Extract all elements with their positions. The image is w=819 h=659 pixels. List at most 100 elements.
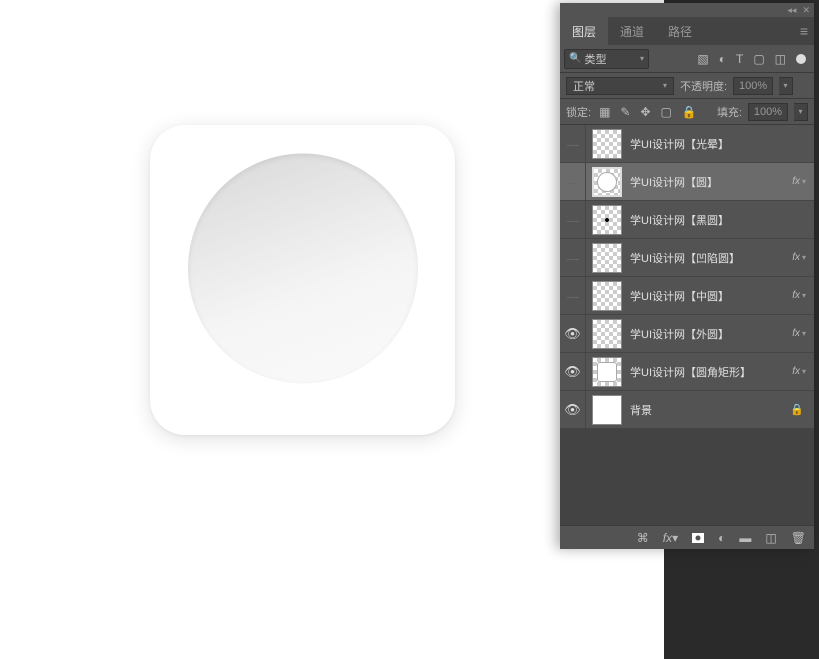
layer-row[interactable]: 学UI设计网【光晕】 [560, 125, 814, 163]
layer-row[interactable]: 👁 背景🔒 [560, 391, 814, 429]
eye-icon: 👁 [564, 364, 581, 380]
close-icon[interactable]: ✕ [802, 5, 810, 16]
artwork-circle [188, 154, 418, 384]
layer-row[interactable]: 学UI设计网【圆】fx▾ [560, 163, 814, 201]
kind-label: 类型 [584, 51, 638, 67]
layer-row[interactable]: 学UI设计网【凹陷圆】fx▾ [560, 239, 814, 277]
layers-empty-area[interactable] [560, 429, 814, 525]
hidden-indicator [567, 256, 579, 260]
layer-name-label[interactable]: 学UI设计网【黑圆】 [630, 212, 810, 228]
link-layers-icon[interactable]: ⌘ [637, 531, 649, 545]
layer-name-label[interactable]: 学UI设计网【光晕】 [630, 136, 810, 152]
lock-pixels-icon[interactable]: ✎ [620, 105, 630, 119]
blend-mode-select[interactable]: 正常 ▾ [566, 77, 674, 95]
visibility-toggle[interactable] [560, 163, 586, 200]
layer-thumbnail[interactable] [592, 129, 622, 159]
layer-name-label[interactable]: 学UI设计网【圆角矩形】 [630, 364, 792, 380]
panel-bottom-bar: ⌘ fx▾ ◐ ▬ ◫ 🗑 [560, 525, 814, 549]
lock-label: 锁定: [566, 104, 591, 120]
visibility-toggle[interactable] [560, 125, 586, 162]
chevron-down-icon[interactable]: ▾ [802, 367, 806, 376]
filter-shape-icon[interactable]: ▢ [753, 52, 764, 66]
layer-name-label[interactable]: 学UI设计网【圆】 [630, 174, 792, 190]
chevron-down-icon[interactable]: ▾ [802, 253, 806, 262]
layer-thumbnail[interactable] [592, 243, 622, 273]
filter-smartobject-icon[interactable]: ◫ [775, 52, 786, 66]
eye-icon: 👁 [564, 326, 581, 342]
tab-paths[interactable]: 路径 [656, 17, 704, 45]
chevron-down-icon: ▾ [663, 81, 667, 90]
canvas-area[interactable] [0, 0, 560, 659]
fx-badge[interactable]: fx [792, 252, 800, 263]
layer-row[interactable]: 👁 学UI设计网【圆角矩形】fx▾ [560, 353, 814, 391]
kind-select[interactable]: 🔍 类型 ▾ [564, 49, 649, 69]
hidden-indicator [567, 294, 579, 298]
opacity-label: 不透明度: [680, 78, 727, 94]
adjustment-layer-icon[interactable]: ◐ [718, 531, 725, 545]
filter-toggle-switch[interactable] [796, 54, 806, 64]
search-icon: 🔍 [569, 53, 581, 64]
fill-input[interactable]: 100% [748, 103, 788, 121]
chevron-down-icon[interactable]: ▾ [802, 177, 806, 186]
lock-all-icon[interactable]: 🔒 [682, 105, 697, 119]
add-mask-icon[interactable] [692, 533, 704, 543]
fill-label: 填充: [717, 104, 742, 120]
visibility-toggle[interactable]: 👁 [560, 391, 586, 428]
layers-list: 学UI设计网【光晕】学UI设计网【圆】fx▾学UI设计网【黑圆】学UI设计网【凹… [560, 125, 814, 429]
visibility-toggle[interactable]: 👁 [560, 315, 586, 352]
fx-badge[interactable]: fx [792, 290, 800, 301]
lock-transparency-icon[interactable]: ▦ [599, 105, 610, 119]
opacity-chevron[interactable]: ▾ [779, 77, 793, 95]
fill-chevron[interactable]: ▾ [794, 103, 808, 121]
lock-position-icon[interactable]: ✥ [640, 105, 650, 119]
layer-row[interactable]: 👁 学UI设计网【外圆】fx▾ [560, 315, 814, 353]
visibility-toggle[interactable] [560, 201, 586, 238]
visibility-toggle[interactable]: 👁 [560, 353, 586, 390]
panel-titlebar: ◂◂ ✕ [560, 3, 814, 17]
chevron-down-icon[interactable]: ▾ [802, 329, 806, 338]
eye-icon: 👁 [564, 402, 581, 418]
layer-name-label[interactable]: 学UI设计网【外圆】 [630, 326, 792, 342]
layer-row[interactable]: 学UI设计网【中圆】fx▾ [560, 277, 814, 315]
layer-style-icon[interactable]: fx▾ [663, 531, 678, 545]
layer-thumbnail[interactable] [592, 281, 622, 311]
panel-menu-icon[interactable]: ≡ [800, 23, 808, 39]
opacity-input[interactable]: 100% [733, 77, 773, 95]
hidden-indicator [567, 180, 579, 184]
artwork-rounded-rect [150, 125, 455, 435]
tab-layers[interactable]: 图层 [560, 17, 608, 45]
panel-tabs: 图层 通道 路径 ≡ [560, 17, 814, 45]
filter-type-icon[interactable]: T [736, 52, 743, 66]
layer-thumbnail[interactable] [592, 167, 622, 197]
fx-badge[interactable]: fx [792, 328, 800, 339]
group-icon[interactable]: ▬ [739, 531, 751, 545]
delete-icon[interactable]: 🗑 [791, 531, 806, 545]
layer-thumbnail[interactable] [592, 205, 622, 235]
chevron-down-icon: ▾ [640, 54, 644, 63]
filter-pixel-icon[interactable]: ▧ [697, 52, 708, 66]
blend-row: 正常 ▾ 不透明度: 100% ▾ [560, 73, 814, 99]
layer-row[interactable]: 学UI设计网【黑圆】 [560, 201, 814, 239]
layer-name-label[interactable]: 背景 [630, 402, 790, 418]
filter-adjustment-icon[interactable]: ◐ [719, 52, 726, 66]
tab-channels[interactable]: 通道 [608, 17, 656, 45]
lock-artboard-icon[interactable]: ▢ [661, 105, 672, 119]
fx-badge[interactable]: fx [792, 176, 800, 187]
layer-name-label[interactable]: 学UI设计网【凹陷圆】 [630, 250, 792, 266]
hidden-indicator [567, 218, 579, 222]
chevron-down-icon[interactable]: ▾ [802, 291, 806, 300]
layer-filter-row: 🔍 类型 ▾ ▧ ◐ T ▢ ◫ [560, 45, 814, 73]
new-layer-icon[interactable]: ◫ [765, 531, 776, 545]
lock-row: 锁定: ▦ ✎ ✥ ▢ 🔒 填充: 100% ▾ [560, 99, 814, 125]
layer-thumbnail[interactable] [592, 395, 622, 425]
layer-thumbnail[interactable] [592, 319, 622, 349]
visibility-toggle[interactable] [560, 277, 586, 314]
collapse-icon[interactable]: ◂◂ [787, 5, 796, 16]
fx-badge[interactable]: fx [792, 366, 800, 377]
layers-panel: ◂◂ ✕ 图层 通道 路径 ≡ 🔍 类型 ▾ ▧ ◐ T ▢ ◫ 正常 ▾ 不透… [560, 3, 814, 549]
layer-thumbnail[interactable] [592, 357, 622, 387]
layer-name-label[interactable]: 学UI设计网【中圆】 [630, 288, 792, 304]
hidden-indicator [567, 142, 579, 146]
visibility-toggle[interactable] [560, 239, 586, 276]
lock-icon[interactable]: 🔒 [790, 403, 804, 416]
